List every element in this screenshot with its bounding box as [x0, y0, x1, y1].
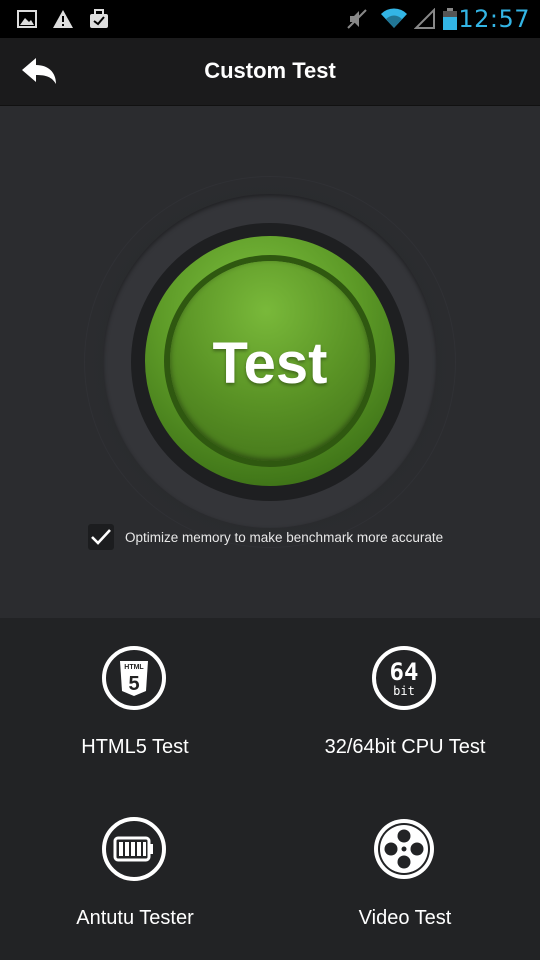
battery-icon: [443, 8, 457, 30]
mute-icon: [347, 9, 367, 29]
test-grid: HTML 5 HTML5 Test 64 bit 32/64bit CPU Te…: [0, 618, 540, 960]
optimize-memory-label: Optimize memory to make benchmark more a…: [125, 530, 444, 545]
tile-label: HTML5 Test: [81, 736, 189, 758]
tile-video-test[interactable]: Video Test: [270, 789, 540, 960]
signal-icon: [414, 8, 435, 29]
clock: 12:57: [458, 5, 530, 33]
app-header: Custom Test: [0, 38, 540, 106]
wifi-icon: [381, 8, 407, 28]
html5-icon: HTML 5: [102, 646, 166, 710]
64bit-icon: 64 bit: [372, 646, 436, 710]
svg-text:64: 64: [390, 658, 419, 686]
video-reel-icon: [374, 819, 434, 879]
optimize-memory-option[interactable]: Optimize memory to make benchmark more a…: [88, 524, 468, 552]
svg-text:5: 5: [128, 673, 139, 695]
briefcase-icon: [90, 9, 108, 28]
image-icon: [17, 10, 37, 28]
tile-label: 32/64bit CPU Test: [324, 736, 486, 758]
test-panel: Test Optimize memory to make benchmark m…: [0, 106, 540, 618]
checkmark-icon: [91, 529, 111, 545]
test-button[interactable]: Test: [145, 236, 395, 486]
svg-text:HTML: HTML: [124, 664, 144, 671]
status-bar: 12:57: [0, 0, 540, 38]
battery-tester-icon: [102, 817, 166, 881]
tile-cpu-test[interactable]: 64 bit 32/64bit CPU Test: [270, 618, 540, 789]
tile-label: Video Test: [358, 907, 452, 929]
tile-label: Antutu Tester: [76, 907, 194, 929]
svg-text:bit: bit: [393, 684, 415, 698]
test-button-label: Test: [212, 331, 328, 396]
optimize-memory-checkbox[interactable]: [88, 524, 114, 550]
page-title: Custom Test: [204, 58, 336, 83]
tile-antutu-tester[interactable]: Antutu Tester: [0, 789, 270, 960]
tile-html5-test[interactable]: HTML 5 HTML5 Test: [0, 618, 270, 789]
warning-icon: [53, 10, 73, 28]
